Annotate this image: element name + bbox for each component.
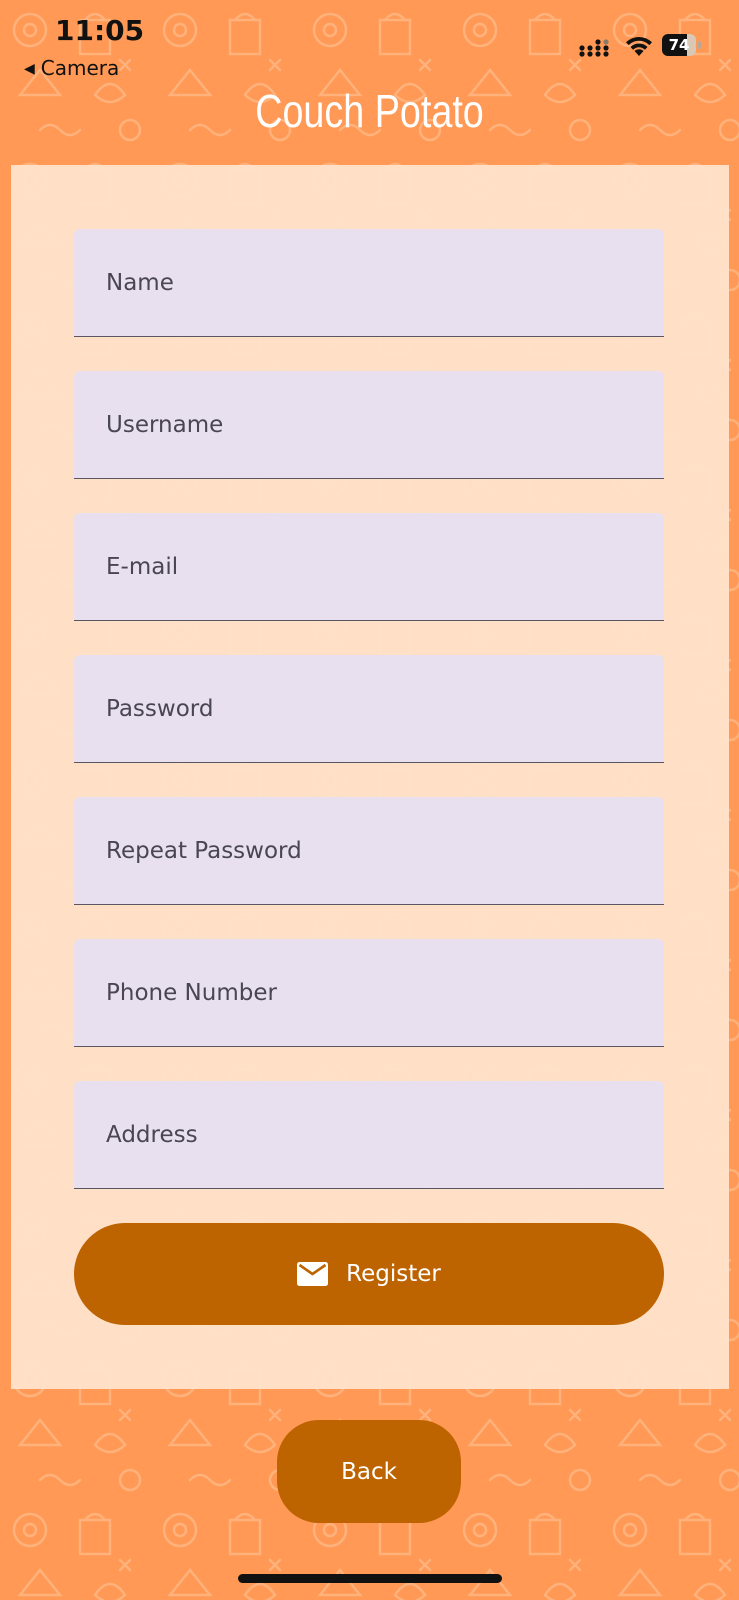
app-title: Couch Potato: [255, 85, 484, 137]
address-field[interactable]: [74, 1081, 664, 1189]
register-button[interactable]: Register: [74, 1223, 664, 1325]
registration-card: Register: [11, 165, 729, 1389]
password-input[interactable]: [74, 655, 664, 762]
back-to-camera-label: Camera: [40, 56, 120, 80]
phone-number-input[interactable]: [74, 939, 664, 1046]
wifi-icon: [626, 36, 652, 56]
register-label: Register: [346, 1261, 441, 1287]
back-to-camera-link[interactable]: ◀ Camera: [24, 56, 119, 80]
status-time: 11:05: [55, 14, 145, 47]
status-bar: 11:05 ◀ Camera 74: [0, 0, 739, 90]
repeat-password-input[interactable]: [74, 797, 664, 904]
address-input[interactable]: [74, 1081, 664, 1188]
mail-icon: [297, 1262, 329, 1286]
username-input[interactable]: [74, 371, 664, 478]
cellular-signal-icon: [579, 39, 609, 57]
battery-percentage: 74: [668, 36, 690, 54]
email-input[interactable]: [74, 513, 664, 620]
battery-icon: 74: [662, 34, 702, 58]
repeat-password-field[interactable]: [74, 797, 664, 905]
password-field[interactable]: [74, 655, 664, 763]
email-field[interactable]: [74, 513, 664, 621]
username-field[interactable]: [74, 371, 664, 479]
name-input[interactable]: [74, 229, 664, 336]
phone-number-field[interactable]: [74, 939, 664, 1047]
back-triangle-icon: ◀: [24, 61, 35, 77]
home-indicator[interactable]: [238, 1574, 502, 1583]
name-field[interactable]: [74, 229, 664, 337]
back-button[interactable]: Back: [277, 1420, 461, 1523]
